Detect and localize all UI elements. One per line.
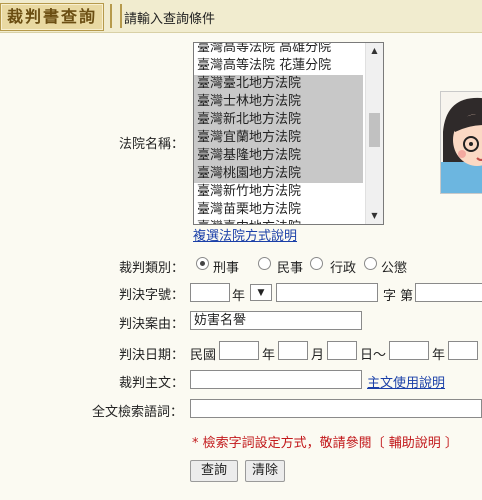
header-divider <box>110 4 122 28</box>
date-label: 判決日期： <box>119 348 185 363</box>
cause-input[interactable] <box>190 311 362 330</box>
cause-label: 判決案由： <box>119 317 185 332</box>
main-text-label: 裁判主文： <box>119 376 185 391</box>
court-option[interactable]: 臺灣臺北地方法院 <box>194 75 363 93</box>
category-option-label-3: 公懲 <box>381 261 408 276</box>
category-radio-2[interactable] <box>310 257 323 270</box>
date-from-month-unit: 月 <box>311 348 325 363</box>
date-from-day-input[interactable] <box>327 341 357 360</box>
category-option-label-2: 行政 <box>330 261 357 276</box>
main-text-input[interactable] <box>190 370 362 389</box>
court-option[interactable]: 臺灣桃園地方法院 <box>194 165 363 183</box>
page-title: 裁判書查詢 <box>0 3 105 31</box>
court-option[interactable]: 臺灣高等法院 花蓮分院 <box>194 57 363 75</box>
case-number-input[interactable] <box>415 283 482 302</box>
case-word-input[interactable] <box>276 283 378 302</box>
header-bar: 裁判書查詢 請輸入查詢條件 <box>0 0 482 33</box>
date-from-year-input[interactable] <box>219 341 259 360</box>
search-tip-note: * 檢索字詞設定方式，敬請參閱〔 輔助說明 〕 <box>192 436 458 451</box>
case-year-unit: 年 <box>232 289 246 304</box>
case-year-input[interactable] <box>190 283 230 302</box>
court-option[interactable]: 臺灣新竹地方法院 <box>194 183 363 201</box>
court-option[interactable]: 臺灣苗栗地方法院 <box>194 201 363 219</box>
scroll-thumb[interactable] <box>369 113 380 147</box>
court-option[interactable]: 臺灣士林地方法院 <box>194 93 363 111</box>
category-option-label-1: 民事 <box>277 261 304 276</box>
court-option[interactable]: 臺灣基隆地方法院 <box>194 147 363 165</box>
court-listbox-scrollbar[interactable]: ▲ ▼ <box>365 43 383 224</box>
chevron-down-icon: ▼ <box>257 288 265 298</box>
main-text-help-link[interactable]: 主文使用說明 <box>367 372 445 391</box>
court-option[interactable]: 臺灣高等法院 高雄分院 <box>194 43 363 57</box>
mascot-avatar <box>440 91 482 194</box>
clear-button[interactable]: 清除 <box>245 460 285 482</box>
date-from-month-input[interactable] <box>278 341 308 360</box>
date-from-year-unit: 年 <box>262 348 276 363</box>
court-help-link[interactable]: 複選法院方式說明 <box>193 225 297 244</box>
court-label: 法院名稱： <box>119 137 185 152</box>
date-from-day-unit: 日～ <box>360 348 387 363</box>
category-radio-1[interactable] <box>258 257 271 270</box>
date-era: 民國 <box>190 348 217 363</box>
fulltext-input[interactable] <box>190 399 482 418</box>
date-to-year-unit: 年 <box>432 348 446 363</box>
court-listbox[interactable]: 臺灣高等法院 高雄分院 臺灣高等法院 花蓮分院 臺灣臺北地方法院 臺灣士林地方法院 臺灣… <box>193 42 384 225</box>
scroll-up-icon[interactable]: ▲ <box>366 43 383 59</box>
case-word-dropdown[interactable]: ▼ <box>250 284 272 301</box>
mascot-illustration <box>441 97 482 193</box>
search-button[interactable]: 查詢 <box>190 460 238 482</box>
date-to-year-input[interactable] <box>389 341 429 360</box>
case-word-unit: 字 第 <box>383 289 414 304</box>
category-radio-3[interactable] <box>364 257 377 270</box>
fulltext-label: 全文檢索語詞： <box>92 405 184 420</box>
category-radio-0[interactable] <box>196 257 209 270</box>
scroll-down-icon[interactable]: ▼ <box>366 208 383 224</box>
page-subtitle: 請輸入查詢條件 <box>124 12 216 27</box>
case-no-label: 判決字號： <box>119 288 185 303</box>
court-options: 臺灣高等法院 高雄分院 臺灣高等法院 花蓮分院 臺灣臺北地方法院 臺灣士林地方法院 臺灣… <box>194 43 363 224</box>
date-to-month-input[interactable] <box>448 341 478 360</box>
category-label: 裁判類別： <box>119 261 185 276</box>
court-option[interactable]: 臺灣新北地方法院 <box>194 111 363 129</box>
category-option-label-0: 刑事 <box>213 261 240 276</box>
court-option[interactable]: 臺灣宜蘭地方法院 <box>194 129 363 147</box>
